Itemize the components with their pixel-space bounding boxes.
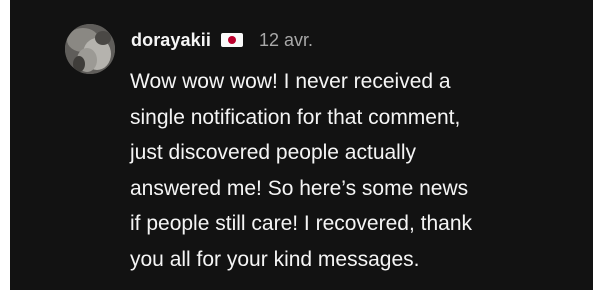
comment-line: answered me! So here’s some news	[130, 176, 469, 200]
comment-line: single notification for that comment,	[130, 105, 461, 129]
user-avatar-icon	[65, 24, 115, 74]
comment-header: dorayakii 12 avr.	[131, 28, 313, 52]
avatar[interactable]	[65, 24, 115, 74]
comment-text: Wow wow wow! I never received a single n…	[130, 64, 585, 277]
comment-panel: dorayakii 12 avr. Wow wow wow! I never r…	[10, 0, 593, 290]
japan-flag-icon	[220, 33, 243, 47]
comment-line: you all for your kind messages.	[130, 247, 420, 271]
comment-timestamp: 12 avr.	[258, 29, 313, 50]
comment-line: just discovered people actually	[130, 141, 417, 164]
username-link[interactable]: dorayakii	[131, 30, 211, 51]
comment-line: if people still care! I recovered, thank	[130, 212, 473, 235]
comment-line: Wow wow wow! I never received a	[130, 70, 451, 93]
